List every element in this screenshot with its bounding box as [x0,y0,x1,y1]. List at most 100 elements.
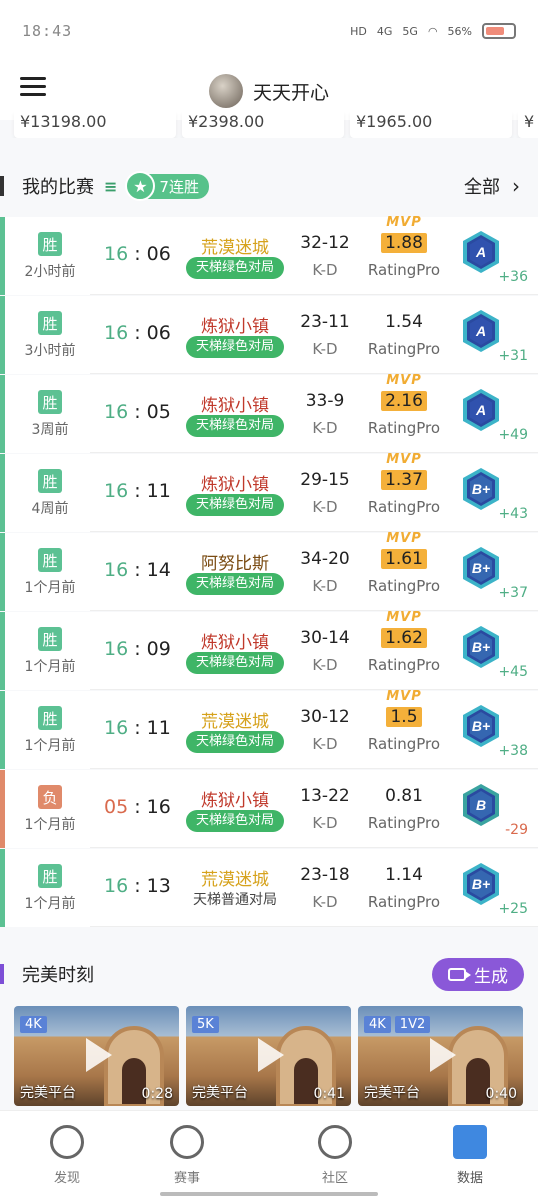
svg-text:B+: B+ [472,481,490,497]
map-name: 炼狱小镇 [201,475,269,495]
rating-number: 1.5 [386,707,422,727]
video-camera-icon [448,967,471,981]
score-team: 05 [104,796,129,818]
rating-number: 1.61 [381,549,427,569]
mvp-badge: MVP [386,215,422,230]
menu-icon[interactable] [20,74,46,98]
score-opponent: 09 [146,638,171,660]
score-team: 16 [104,322,129,344]
result-badge: 胜 [38,390,62,414]
moment-clip[interactable]: 5K 完美平台 0:41 [186,1006,351,1106]
match-score: 16 : 09 [104,638,171,660]
mvp-badge: MVP [386,452,422,467]
match-row[interactable]: 负 1个月前 05 : 16 炼狱小镇 天梯绿色对局 13-22 K-D 0.81 Rating… [0,770,538,848]
match-row[interactable]: 胜 4周前 16 : 11 炼狱小镇 天梯绿色对局 29-15 K-D MVP 1.37 Rati… [0,452,538,532]
divider [90,926,538,927]
divider [90,373,538,374]
result-accent-bar [0,454,5,532]
kd-label: K-D [312,340,338,358]
match-row[interactable]: 胜 2小时前 16 : 06 荒漠迷城 天梯绿色对局 32-12 K-D MVP 1.88 Rat… [0,215,538,295]
map-name: 荒漠迷城 [201,870,269,890]
moment-clip[interactable]: 4K 完美平台 0:28 [14,1006,179,1106]
kd-value: 30-14 [300,628,350,648]
match-time: 1个月前 [24,580,76,596]
map-name: 炼狱小镇 [201,317,269,337]
result-accent-bar [0,533,5,611]
score-opponent: 14 [146,559,171,581]
avatar[interactable] [208,74,243,108]
match-row[interactable]: 胜 1个月前 16 : 13 荒漠迷城 天梯普通对局 23-18 K-D 1.14 Rating… [0,849,538,927]
match-time: 1个月前 [24,738,76,754]
result-badge: 胜 [38,548,62,572]
my-matches-header: 我的比赛 ≡ ★ 7连胜 全部 › [0,166,538,206]
clip-duration: 0:41 [313,1086,345,1102]
match-row[interactable]: 胜 1个月前 16 : 11 荒漠迷城 天梯绿色对局 30-12 K-D MVP 1.5 Rati… [0,689,538,769]
match-row[interactable]: 胜 3周前 16 : 05 炼狱小镇 天梯绿色对局 33-9 K-D MVP 2.16 Ratin… [0,373,538,453]
rating-value: 1.5 [366,707,442,727]
divider [90,610,538,611]
tab-chart[interactable]: 数据 [425,1125,515,1186]
score-team: 16 [104,401,129,423]
view-all-link[interactable]: 全部 › [464,173,520,199]
play-icon[interactable] [258,1038,284,1072]
svg-text:A: A [475,323,486,339]
amount-card[interactable]: ¥13198.00 [14,112,176,138]
match-row[interactable]: 胜 3小时前 16 : 06 炼狱小镇 天梯绿色对局 23-11 K-D 1.54 Rating… [0,296,538,374]
mode-badge: 天梯绿色对局 [186,336,284,358]
svg-text:B+: B+ [472,639,490,655]
score-team: 16 [104,875,129,897]
kd-label: K-D [312,577,338,595]
signal-5g-icon: 5G [402,24,418,38]
svg-text:B+: B+ [472,718,490,734]
score-opponent: 06 [146,322,171,344]
result-badge: 负 [38,785,62,809]
mode-badge: 天梯普通对局 [193,892,277,908]
rating-number: 1.88 [381,233,427,253]
map-name: 荒漠迷城 [201,712,269,732]
result-badge: 胜 [38,627,62,651]
match-score: 16 : 11 [104,717,171,739]
rank-points: +36 [498,269,528,285]
score-team: 16 [104,559,129,581]
bottom-tab-bar: 发现 赛事 社区 数据 [0,1110,538,1200]
hd-icon: HD [350,24,367,38]
svg-text:A: A [475,244,486,260]
match-time: 1个月前 [24,817,76,833]
svg-text:A: A [475,402,486,418]
divider [90,768,538,769]
rank-points: -29 [505,822,528,838]
rating-value: 1.37 [366,470,442,490]
match-row[interactable]: 胜 1个月前 16 : 14 阿努比斯 天梯绿色对局 34-20 K-D MVP 1.61 Rat… [0,531,538,611]
amount-card[interactable]: ¥1965.00 [350,112,512,138]
tab-label: 社区 [321,1171,348,1186]
amount-cards: ¥13198.00 ¥2398.00 ¥1965.00 ¥ [0,112,538,138]
map-name: 阿努比斯 [201,554,269,574]
rating-label: RatingPro [367,261,441,279]
map-name: 炼狱小镇 [201,396,269,416]
play-icon[interactable] [430,1038,456,1072]
match-score: 05 : 16 [104,796,171,818]
tab-chat[interactable]: 社区 [290,1125,380,1186]
section-accent [0,176,4,196]
score-team: 16 [104,243,129,265]
generate-button[interactable]: 生成 [432,957,524,991]
mvp-badge: MVP [386,689,422,704]
moment-clip[interactable]: 4K 1V2 完美平台 0:40 [358,1006,523,1106]
play-icon[interactable] [86,1038,112,1072]
rank-points: +45 [498,664,528,680]
rating-number: 1.54 [385,312,423,332]
tab-trophy[interactable]: 赛事 [142,1125,232,1186]
tab-planet[interactable]: 发现 [22,1125,112,1186]
match-row[interactable]: 胜 1个月前 16 : 09 炼狱小镇 天梯绿色对局 30-14 K-D MVP 1.62 Rat… [0,610,538,690]
kd-value: 32-12 [300,233,350,253]
amount-card[interactable]: ¥2398.00 [182,112,344,138]
score-opponent: 11 [146,480,171,502]
match-time: 3小时前 [24,343,76,359]
amount-card[interactable]: ¥ [518,112,538,138]
mode-badge: 天梯绿色对局 [186,415,284,437]
rating-label: RatingPro [367,577,441,595]
result-badge: 胜 [38,311,62,335]
bars-icon: ≡ [104,176,118,196]
divider [90,531,538,532]
mode-badge: 天梯绿色对局 [186,494,284,516]
